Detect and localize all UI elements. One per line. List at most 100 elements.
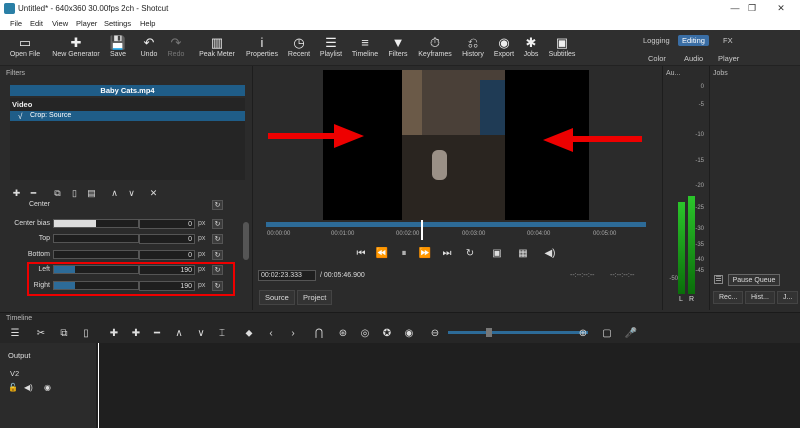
zoom-slider-handle[interactable] [486, 328, 492, 337]
properties-button[interactable]: i Properties [243, 34, 281, 58]
center-reset-button[interactable]: ↻ [212, 200, 223, 210]
skip-previous-button[interactable]: ⏮ [354, 248, 368, 259]
skip-next-button[interactable]: ⏭ [440, 248, 454, 259]
filter-enable-checkbox[interactable]: √ [18, 112, 22, 121]
filters-button[interactable]: ▼ Filters [386, 34, 410, 58]
ripple-icon[interactable]: ◎ [358, 328, 372, 339]
pause-button[interactable]: ⏸ [397, 248, 411, 259]
ripple-markers-icon[interactable]: ◉ [402, 328, 416, 339]
layout-logging[interactable]: Logging [643, 36, 670, 45]
center-bias-handle[interactable] [54, 220, 96, 227]
record-audio-icon[interactable]: 🎤 [624, 328, 638, 339]
tab-jobs[interactable]: J... [777, 291, 799, 304]
layout-fx[interactable]: FX [723, 36, 733, 45]
volume-button[interactable]: ◀) [543, 248, 557, 259]
append-icon[interactable]: ✚ [107, 328, 121, 339]
bottom-reset-button[interactable]: ↻ [212, 250, 223, 260]
mute-icon[interactable]: ◀) [24, 383, 33, 392]
subtitles-button[interactable]: ▣ Subtitles [546, 34, 578, 58]
tab-recent[interactable]: Rec... [713, 291, 744, 304]
loop-button[interactable]: ↻ [463, 248, 477, 259]
layout-player[interactable]: Player [718, 54, 739, 63]
top-slider[interactable] [53, 234, 139, 243]
filter-item-crop-source[interactable]: √ Crop: Source [10, 111, 245, 121]
layout-editing[interactable]: Editing [678, 35, 709, 46]
top-reset-button[interactable]: ↻ [212, 234, 223, 244]
timeline-playhead[interactable] [98, 343, 99, 428]
menu-help[interactable]: Help [140, 19, 155, 28]
restore-button[interactable]: ❐ [743, 3, 761, 15]
open-file-button[interactable]: ▭ Open File [8, 34, 42, 58]
timeline-button[interactable]: ≡ Timeline [350, 34, 380, 58]
deselect-filter-button[interactable]: ✕ [148, 188, 159, 199]
move-filter-up-button[interactable]: ∧ [109, 188, 120, 199]
zoom-button[interactable]: ▣ [490, 248, 504, 259]
zoom-in-icon[interactable]: ⊕ [576, 328, 590, 339]
playhead[interactable] [421, 220, 423, 240]
grid-button[interactable]: ▦ [516, 248, 530, 259]
minimize-button[interactable]: — [726, 3, 744, 15]
timeline-menu-icon[interactable]: ☰ [8, 328, 22, 339]
marker-icon[interactable]: ⬥ [242, 328, 256, 339]
scrubber[interactable]: 00:00:00 00:01:00 00:02:00 00:03:00 00:0… [263, 220, 650, 242]
move-filter-down-button[interactable]: ∨ [126, 188, 137, 199]
layout-audio[interactable]: Audio [684, 54, 703, 63]
split-icon[interactable]: ⌶ [215, 328, 229, 339]
tab-history[interactable]: Hist... [745, 291, 775, 304]
export-button[interactable]: ◉ Export [492, 34, 516, 58]
save-button[interactable]: 💾 Save [108, 34, 128, 58]
zoom-out-icon[interactable]: ⊖ [428, 328, 442, 339]
recent-button[interactable]: ◷ Recent [286, 34, 312, 58]
close-button[interactable]: ✕ [772, 3, 790, 15]
filters-scrollbar[interactable] [243, 222, 249, 260]
overwrite-icon[interactable]: ∨ [194, 328, 208, 339]
bottom-field[interactable]: 0 [139, 250, 195, 260]
center-bias-reset-button[interactable]: ↻ [212, 219, 223, 229]
center-bias-field[interactable]: 0 [139, 219, 195, 229]
keyframes-button[interactable]: ⏱ Keyframes [416, 34, 454, 58]
menu-player[interactable]: Player [76, 19, 97, 28]
menu-settings[interactable]: Settings [104, 19, 131, 28]
paste-filter-button[interactable]: ▯ [69, 188, 80, 199]
fast-forward-button[interactable]: ⏩ [418, 248, 432, 259]
jobs-menu-icon[interactable]: ☰ [714, 275, 723, 284]
new-generator-button[interactable]: ✚ New Generator [49, 34, 103, 58]
filter-presets-button[interactable]: ▤ [86, 188, 97, 199]
ripple-all-icon[interactable]: ✪ [380, 328, 394, 339]
bottom-slider[interactable] [53, 250, 139, 259]
playlist-button[interactable]: ☰ Playlist [318, 34, 344, 58]
tab-source[interactable]: Source [259, 290, 295, 305]
lock-icon[interactable]: 🔓 [8, 383, 18, 392]
paste-icon[interactable]: ▯ [79, 328, 93, 339]
pause-queue-button[interactable]: Pause Queue [728, 274, 780, 286]
zoom-fit-icon[interactable]: ▢ [600, 328, 614, 339]
undo-button[interactable]: ↶ Undo [138, 34, 160, 58]
eye-icon[interactable]: ◉ [44, 383, 51, 392]
jobs-button[interactable]: ✱ Jobs [521, 34, 541, 58]
center-bias-slider[interactable] [53, 219, 139, 228]
history-button[interactable]: ⎌ History [459, 34, 487, 58]
timeline-tracks[interactable] [96, 343, 800, 428]
add-filter-button[interactable]: ✚ [11, 188, 22, 199]
lift-icon[interactable]: ∧ [172, 328, 186, 339]
snap-icon[interactable]: ⋂ [312, 328, 326, 339]
redo-button[interactable]: ↷ Redo [165, 34, 187, 58]
peak-meter-button[interactable]: ▥ Peak Meter [197, 34, 237, 58]
menu-edit[interactable]: Edit [30, 19, 43, 28]
remove-icon[interactable]: ━ [150, 328, 164, 339]
copy-filter-button[interactable]: ⧉ [52, 188, 63, 199]
copy-icon[interactable]: ⧉ [57, 328, 71, 339]
next-marker-icon[interactable]: › [286, 328, 300, 339]
prev-marker-icon[interactable]: ‹ [264, 328, 278, 339]
add-icon[interactable]: ✚ [129, 328, 143, 339]
layout-color[interactable]: Color [648, 54, 666, 63]
top-field[interactable]: 0 [139, 234, 195, 244]
zoom-slider[interactable] [448, 331, 588, 334]
tab-project[interactable]: Project [297, 290, 333, 305]
cut-icon[interactable]: ✂ [34, 328, 48, 339]
menu-view[interactable]: View [52, 19, 68, 28]
menu-file[interactable]: File [10, 19, 22, 28]
scrub-icon[interactable]: ⊛ [336, 328, 350, 339]
remove-filter-button[interactable]: ━ [28, 188, 39, 199]
rewind-button[interactable]: ⏪ [375, 248, 389, 259]
